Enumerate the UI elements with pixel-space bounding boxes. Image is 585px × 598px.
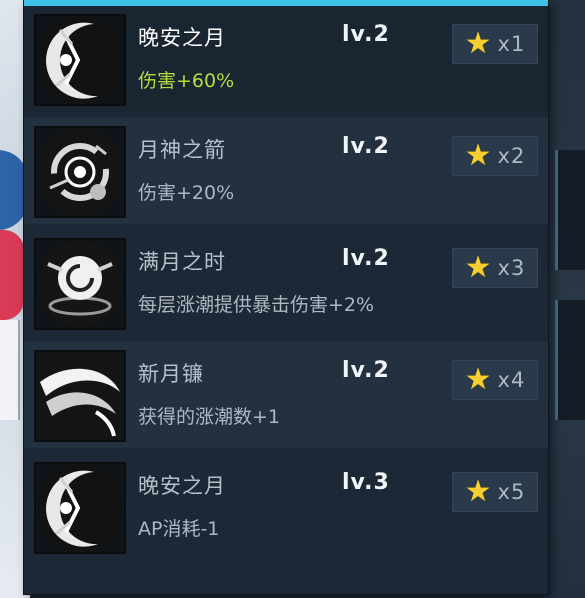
skill-level: lv.2 [342,22,390,47]
skill-row[interactable]: 新月镰 lv.2 获得的涨潮数+1 ★ x4 [24,342,548,448]
skill-stack-badge: ★ x5 [452,472,538,512]
skill-level: lv.2 [342,246,390,271]
skill-stack-count: x4 [497,368,526,392]
star-icon: ★ [464,26,492,61]
skill-stack-count: x5 [497,480,526,504]
skill-row[interactable]: 晚安之月 lv.3 AP消耗-1 ★ x5 [24,454,548,560]
star-icon: ★ [464,250,492,285]
crescent-rune-icon [34,14,126,106]
background-card [555,150,585,270]
skill-effect: AP消耗-1 [138,518,220,540]
skill-name: 晚安之月 [138,474,226,498]
skill-stack-count: x3 [497,256,526,280]
skill-level: lv.3 [342,470,390,495]
star-icon: ★ [464,474,492,509]
skill-effect: 伤害+20% [138,182,235,204]
skill-stack-badge: ★ x4 [452,360,538,400]
skill-row[interactable]: 满月之时 lv.2 每层涨潮提供暴击伤害+2% ★ x3 [24,230,548,336]
star-icon: ★ [464,362,492,397]
full-moon-orb-icon [34,238,126,330]
skill-stack-count: x1 [497,32,526,56]
skill-level: lv.2 [342,358,390,383]
skill-effect: 每层涨潮提供暴击伤害+2% [138,294,375,316]
skill-row[interactable]: 晚安之月 lv.2 伤害+60% ★ x1 [24,6,548,112]
skill-list-panel: 晚安之月 lv.2 伤害+60% ★ x1 月神之箭 lv.2 伤害+20% ★… [24,0,548,594]
background-armor-red [0,230,24,320]
skill-stack-badge: ★ x1 [452,24,538,64]
skill-name: 月神之箭 [138,138,226,162]
skill-row[interactable]: 月神之箭 lv.2 伤害+20% ★ x2 [24,118,548,224]
background-armor-white [0,320,20,420]
skill-stack-count: x2 [497,144,526,168]
skill-name: 满月之时 [138,250,226,274]
background-right-panel [545,0,585,598]
crescent-rune-icon [34,462,126,554]
skill-effect: 获得的涨潮数+1 [138,406,281,428]
moon-orb-icon [34,126,126,218]
skill-level: lv.2 [342,134,390,159]
star-icon: ★ [464,138,492,173]
skill-name: 新月镰 [138,362,204,386]
skill-stack-badge: ★ x3 [452,248,538,288]
skill-stack-badge: ★ x2 [452,136,538,176]
sickle-slash-icon [34,350,126,442]
skill-name: 晚安之月 [138,26,226,50]
background-card [555,300,585,420]
skill-effect: 伤害+60% [138,70,235,92]
